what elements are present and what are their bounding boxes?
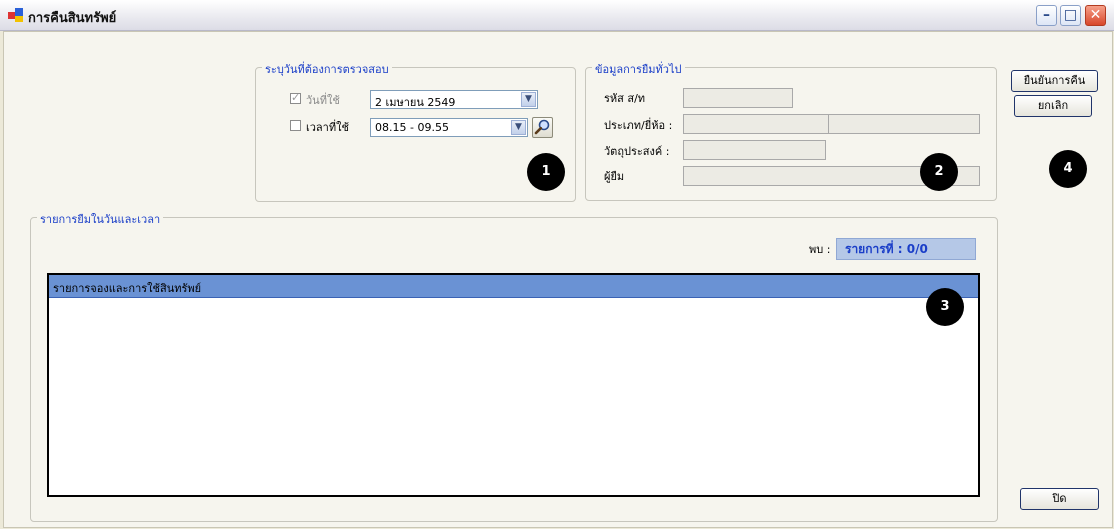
maximize-icon: □: [1063, 7, 1078, 23]
cancel-button[interactable]: ยกเลิก: [1014, 95, 1092, 117]
borrow-list-legend: รายการยืมในวันและเวลา: [37, 210, 164, 228]
chevron-down-icon[interactable]: ▼: [521, 92, 536, 107]
list-header: รายการจองและการใช้สินทรัพย์: [49, 275, 978, 298]
time-checkbox[interactable]: [290, 120, 301, 131]
close-button[interactable]: ปิด: [1020, 488, 1099, 510]
date-value: 2 เมษายน 2549: [375, 96, 456, 109]
purpose-label: วัตถุประสงค์ :: [604, 145, 670, 158]
date-checkbox[interactable]: [290, 91, 301, 104]
marker-1: 1: [527, 153, 565, 191]
minimize-button[interactable]: –: [1036, 5, 1057, 26]
list-header-label: รายการจองและการใช้สินทรัพย์: [53, 282, 202, 295]
time-select[interactable]: 08.15 - 09.55 ▼: [370, 118, 528, 137]
date-picker[interactable]: 2 เมษายน 2549 ▼: [370, 90, 538, 109]
found-label: พบ :: [809, 243, 831, 256]
asset-code-label: รหัส ส/ท: [604, 92, 646, 105]
borrow-list-group: รายการยืมในวันและเวลา พบ : รายการที่ : 0…: [30, 210, 998, 522]
borrower-label: ผู้ยืม: [604, 170, 625, 183]
time-value: 08.15 - 09.55: [375, 121, 449, 134]
date-label: วันที่ใช้: [306, 94, 340, 107]
type-brand-label: ประเภท/ยี่ห้อ :: [604, 119, 673, 132]
asset-code-field: [683, 88, 793, 108]
chevron-down-icon[interactable]: ▼: [511, 120, 526, 135]
booking-usage-list[interactable]: รายการจองและการใช้สินทรัพย์: [47, 273, 980, 497]
marker-4: 4: [1049, 150, 1087, 188]
purpose-field: [683, 140, 826, 160]
type-field: [683, 114, 829, 134]
window-client-area: ระบุวันที่ต้องการตรวจสอบ วันที่ใช้ 2 เมษ…: [3, 31, 1113, 528]
close-window-button[interactable]: ✕: [1085, 5, 1106, 26]
window-title: การคืนสินทรัพย์: [28, 11, 117, 26]
maximize-button[interactable]: □: [1060, 5, 1081, 26]
search-icon: [534, 119, 550, 135]
search-button[interactable]: [532, 117, 553, 138]
marker-2: 2: [920, 153, 958, 191]
check-period-legend: ระบุวันที่ต้องการตรวจสอบ: [262, 60, 392, 78]
brand-field: [828, 114, 980, 134]
close-icon: ✕: [1089, 7, 1102, 23]
app-icon: [8, 8, 24, 22]
minimize-icon: –: [1043, 7, 1050, 23]
title-bar: การคืนสินทรัพย์ – □ ✕: [0, 0, 1114, 31]
check-period-group: ระบุวันที่ต้องการตรวจสอบ วันที่ใช้ 2 เมษ…: [255, 60, 576, 202]
general-info-legend: ข้อมูลการยืมทั่วไป: [592, 60, 685, 78]
time-label: เวลาที่ใช้: [306, 121, 349, 134]
found-count-box: รายการที่ : 0/0: [836, 238, 976, 260]
confirm-return-button[interactable]: ยืนยันการคืน: [1011, 70, 1098, 92]
marker-3: 3: [926, 288, 964, 326]
